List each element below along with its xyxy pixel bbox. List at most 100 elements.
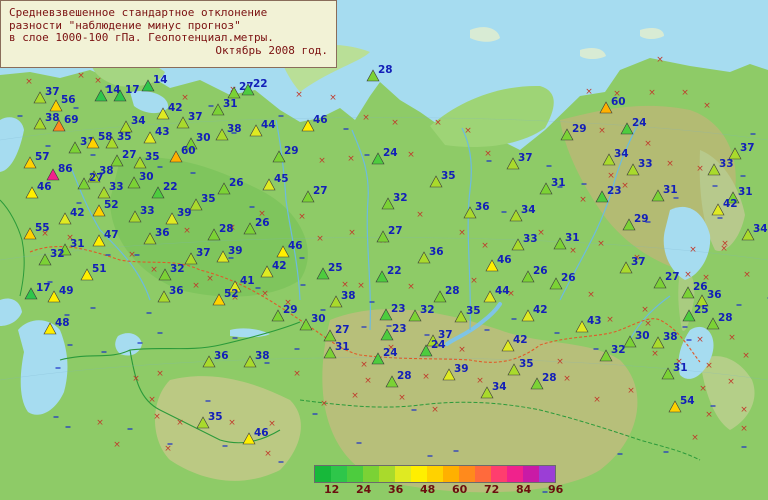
station-value-label: 37 bbox=[188, 111, 203, 123]
station-value-label: 22 bbox=[387, 265, 402, 277]
legend-swatch bbox=[427, 466, 443, 482]
station-value-label: 35 bbox=[145, 151, 160, 163]
station-value-label: 36 bbox=[475, 201, 490, 213]
station-value-label: 30 bbox=[196, 132, 211, 144]
station-value-label: 55 bbox=[35, 222, 50, 234]
title-line-1: Средневзвешенное стандартное отклонение bbox=[9, 6, 268, 19]
station-value-label: 37 bbox=[631, 256, 646, 268]
station-value-label: 38 bbox=[255, 350, 270, 362]
missing-station-cross: × bbox=[556, 357, 564, 367]
missing-station-cross: × bbox=[587, 290, 595, 300]
station-value-label: 36 bbox=[707, 289, 722, 301]
station-value-label: 26 bbox=[255, 217, 270, 229]
station-value-label: 32 bbox=[393, 192, 408, 204]
missing-station-cross: × bbox=[689, 245, 697, 255]
missing-station-cross: × bbox=[684, 270, 692, 280]
legend-swatch bbox=[459, 466, 475, 482]
station-value-label: 35 bbox=[201, 193, 216, 205]
missing-station-cross: × bbox=[25, 77, 33, 87]
station-value-label: 26 bbox=[561, 272, 576, 284]
station-value-label: 56 bbox=[61, 94, 76, 106]
missing-station-cross: × bbox=[156, 369, 164, 379]
missing-station-cross: × bbox=[651, 349, 659, 359]
missing-station-cross: × bbox=[416, 210, 424, 220]
missing-station-cross: × bbox=[176, 418, 184, 428]
station-value-label: 34 bbox=[614, 148, 629, 160]
station-value-label: 28 bbox=[219, 223, 234, 235]
legend-tick-label: 48 bbox=[420, 483, 436, 496]
missing-station-cross: × bbox=[458, 345, 466, 355]
missing-station-cross: × bbox=[743, 270, 751, 280]
station-value-label: 30 bbox=[311, 313, 326, 325]
missing-station-cross: × bbox=[96, 418, 104, 428]
legend-tick-label: 84 bbox=[516, 483, 532, 496]
missing-station-cross: × bbox=[691, 433, 699, 443]
station-value-label: 42 bbox=[723, 198, 738, 210]
missing-station-cross: × bbox=[641, 305, 649, 315]
missing-station-cross: × bbox=[341, 280, 349, 290]
missing-station-cross: × bbox=[699, 384, 707, 394]
station-value-label: 42 bbox=[70, 207, 85, 219]
station-value-label: 37 bbox=[196, 247, 211, 259]
station-value-label: 28 bbox=[378, 64, 393, 76]
missing-station-cross: × bbox=[192, 281, 200, 291]
missing-station-cross: × bbox=[228, 418, 236, 428]
missing-station-cross: × bbox=[295, 90, 303, 100]
station-value-label: 26 bbox=[229, 177, 244, 189]
station-value-label: 31 bbox=[223, 98, 238, 110]
legend-tick-label: 12 bbox=[324, 483, 340, 496]
missing-station-cross: × bbox=[206, 274, 214, 284]
station-value-label: 28 bbox=[718, 312, 733, 324]
missing-station-cross: × bbox=[298, 212, 306, 222]
station-value-label: 14 bbox=[153, 74, 168, 86]
legend-swatch bbox=[411, 466, 427, 482]
station-value-label: 38 bbox=[341, 290, 356, 302]
station-value-label: 17 bbox=[36, 282, 51, 294]
missing-station-cross: × bbox=[357, 281, 365, 291]
missing-station-cross: × bbox=[458, 228, 466, 238]
station-value-label: 34 bbox=[753, 223, 768, 235]
station-value-label: 39 bbox=[177, 207, 192, 219]
missing-station-cross: × bbox=[364, 376, 372, 386]
legend-swatch bbox=[475, 466, 491, 482]
station-value-label: 33 bbox=[638, 158, 653, 170]
station-value-label: 33 bbox=[523, 233, 538, 245]
station-value-label: 27 bbox=[665, 271, 680, 283]
station-value-label: 28 bbox=[397, 370, 412, 382]
station-value-label: 31 bbox=[738, 186, 753, 198]
missing-station-cross: × bbox=[113, 440, 121, 450]
missing-station-cross: × bbox=[481, 241, 489, 251]
station-value-label: 26 bbox=[533, 265, 548, 277]
station-value-label: 37 bbox=[740, 142, 755, 154]
legend-tick-label: 60 bbox=[452, 483, 468, 496]
missing-station-cross: × bbox=[644, 139, 652, 149]
legend-swatch bbox=[379, 466, 395, 482]
missing-station-cross: × bbox=[164, 444, 172, 454]
missing-station-cross: × bbox=[484, 149, 492, 159]
missing-station-cross: × bbox=[585, 87, 593, 97]
station-value-label: 31 bbox=[335, 341, 350, 353]
missing-station-cross: × bbox=[705, 361, 713, 371]
missing-station-cross: × bbox=[422, 372, 430, 382]
station-value-label: 33 bbox=[140, 205, 155, 217]
station-value-label: 25 bbox=[694, 304, 709, 316]
missing-station-cross: × bbox=[347, 154, 355, 164]
station-value-label: 48 bbox=[55, 317, 70, 329]
missing-station-cross: × bbox=[329, 93, 337, 103]
missing-station-cross: × bbox=[563, 374, 571, 384]
station-value-label: 52 bbox=[224, 288, 239, 300]
missing-station-cross: × bbox=[348, 228, 356, 238]
missing-station-cross: × bbox=[150, 265, 158, 275]
legend-swatch bbox=[315, 466, 331, 482]
station-value-label: 37 bbox=[518, 152, 533, 164]
station-value-label: 69 bbox=[64, 114, 79, 126]
station-value-label: 86 bbox=[58, 163, 73, 175]
missing-station-cross: × bbox=[148, 395, 156, 405]
missing-station-cross: × bbox=[464, 126, 472, 136]
station-value-label: 46 bbox=[254, 427, 269, 439]
missing-station-cross: × bbox=[407, 282, 415, 292]
station-value-label: 44 bbox=[495, 285, 510, 297]
station-value-label: 29 bbox=[572, 123, 587, 135]
missing-station-cross: × bbox=[681, 88, 689, 98]
missing-station-cross: × bbox=[666, 159, 674, 169]
